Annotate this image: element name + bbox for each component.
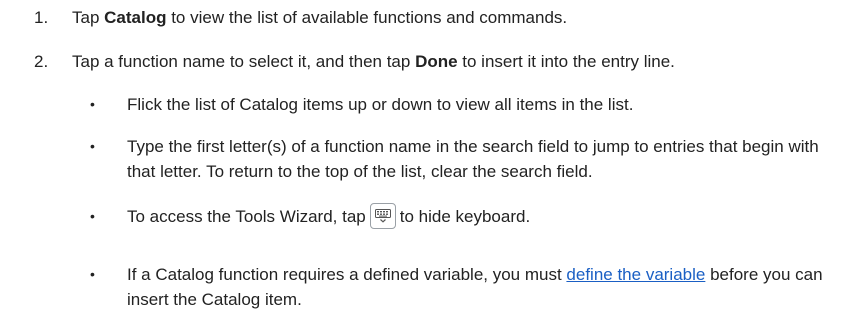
keyboard-glyph	[374, 208, 391, 223]
bullet-text-pre: To access the Tools Wizard, tap	[127, 207, 366, 226]
bullet-text: To access the Tools Wizard, tap to hide …	[127, 202, 847, 229]
bullet-text: Type the first letter(s) of a function n…	[127, 137, 819, 181]
step-text-pre: Tap a function name to select it, and th…	[72, 52, 416, 71]
step-text-post: to view the list of available functions …	[166, 8, 568, 27]
bullet-text: Flick the list of Catalog items up or do…	[127, 95, 634, 114]
step-text-pre: Tap	[72, 8, 105, 27]
bullet-text: If a Catalog function requires a defined…	[127, 262, 847, 312]
step-number: 1.	[34, 8, 49, 27]
bullet-symbol: •	[90, 96, 95, 112]
bullet-symbol: •	[90, 208, 95, 224]
bullet-symbol: •	[90, 138, 95, 154]
catalog-keyword: Catalog	[104, 8, 167, 27]
step-text: Tap a function name to select it, and th…	[72, 51, 675, 73]
done-keyword: Done	[415, 52, 458, 71]
hide-keyboard-icon[interactable]	[369, 202, 396, 229]
step-number: 2.	[34, 52, 49, 71]
bullet-symbol: •	[90, 266, 95, 282]
instructions-document: 1. Tap Catalog to view the list of avail…	[0, 0, 864, 326]
bullet-text-pre: If a Catalog function requires a defined…	[127, 265, 567, 284]
step-text: Tap Catalog to view the list of availabl…	[72, 7, 567, 29]
bullet-text-post: to hide keyboard.	[399, 207, 531, 226]
step-text-post: to insert it into the entry line.	[457, 52, 675, 71]
define-variable-link[interactable]: define the variable	[566, 265, 705, 284]
